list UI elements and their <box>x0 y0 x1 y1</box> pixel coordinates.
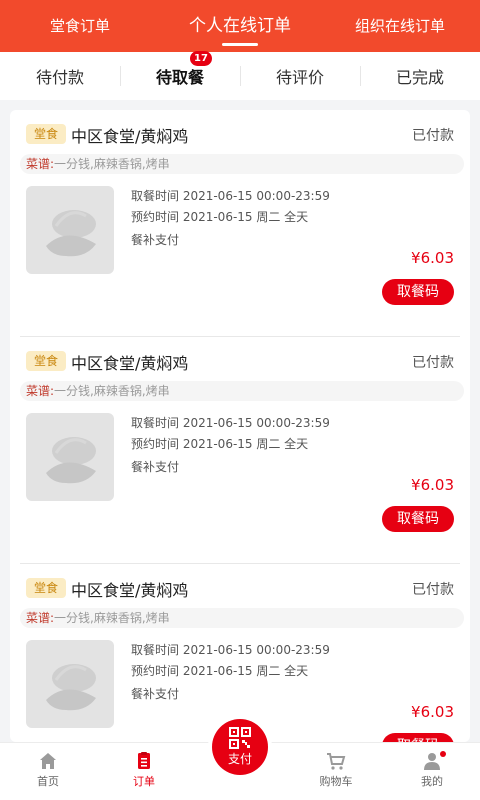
subtab-label: 已完成 <box>395 68 444 87</box>
order-status: 已付款 <box>412 582 454 598</box>
order-status: 已付款 <box>412 128 454 144</box>
payment-method: 餐补支付 <box>131 687 180 701</box>
cart-icon <box>327 753 346 770</box>
tab-personal-online-orders[interactable]: 个人在线订单 <box>160 0 320 52</box>
shop-name: 中区食堂/黄焖鸡 <box>71 354 189 373</box>
pickup-time: 取餐时间 2021-06-15 00:00-23:59 <box>131 643 330 657</box>
order-type-tag: 堂食 <box>26 578 66 598</box>
subtab-completed[interactable]: 已完成 <box>360 64 480 88</box>
payment-method: 餐补支付 <box>131 460 180 474</box>
subtab-pending-pickup[interactable]: 待取餐 17 <box>120 51 240 88</box>
order-price: ¥6.03 <box>411 476 454 494</box>
subtab-label: 待付款 <box>35 68 84 87</box>
nav-label: 首页 <box>37 775 59 788</box>
order-card[interactable]: 堂食 中区食堂/黄焖鸡 已付款 菜谱:一分钱,麻辣香锅,烤串 取餐时间 2021… <box>10 337 470 564</box>
menu-row: 菜谱:一分钱,麻辣香锅,烤串 <box>20 154 464 174</box>
menu-row: 菜谱:一分钱,麻辣香锅,烤串 <box>20 608 464 628</box>
order-price: ¥6.03 <box>411 703 454 721</box>
reservation-time: 预约时间 2021-06-15 周二 全天 <box>131 664 309 678</box>
top-tab-bar: 堂食订单 个人在线订单 组织在线订单 <box>0 0 480 52</box>
payment-method: 餐补支付 <box>131 233 180 247</box>
order-card[interactable]: 堂食 中区食堂/黄焖鸡 已付款 菜谱:一分钱,麻辣香锅,烤串 取餐时间 2021… <box>10 110 470 337</box>
food-thumbnail-placeholder <box>26 640 114 728</box>
status-tab-bar: 待付款 待取餐 17 待评价 已完成 <box>0 51 480 100</box>
home-icon <box>40 753 56 769</box>
reservation-time: 预约时间 2021-06-15 周二 全天 <box>131 210 309 224</box>
food-thumbnail-placeholder <box>26 186 114 274</box>
nav-profile[interactable]: 我的 <box>384 743 480 800</box>
order-card[interactable]: 堂食 中区食堂/黄焖鸡 已付款 菜谱:一分钱,麻辣香锅,烤串 取餐时间 2021… <box>10 564 470 742</box>
menu-items: 一分钱,麻辣香锅,烤串 <box>54 157 170 171</box>
nav-label: 购物车 <box>319 775 353 788</box>
notification-dot <box>440 751 446 757</box>
subtab-pending-review[interactable]: 待评价 <box>240 64 360 88</box>
reservation-time: 预约时间 2021-06-15 周二 全天 <box>131 437 309 451</box>
order-icon <box>138 752 150 769</box>
nav-pay[interactable]: 支付 <box>192 719 288 800</box>
order-price: ¥6.03 <box>411 249 454 267</box>
subtab-pending-payment[interactable]: 待付款 <box>0 64 120 88</box>
shop-name: 中区食堂/黄焖鸡 <box>71 581 189 600</box>
order-type-tag: 堂食 <box>26 351 66 371</box>
subtab-label: 待评价 <box>275 68 324 87</box>
nav-cart[interactable]: 购物车 <box>288 743 384 800</box>
menu-items: 一分钱,麻辣香锅,烤串 <box>54 611 170 625</box>
order-list[interactable]: 堂食 中区食堂/黄焖鸡 已付款 菜谱:一分钱,麻辣香锅,烤串 取餐时间 2021… <box>10 110 470 742</box>
menu-label: 菜谱: <box>26 157 55 171</box>
order-status: 已付款 <box>412 355 454 371</box>
tab-organization-online-orders[interactable]: 组织在线订单 <box>320 0 480 52</box>
tab-dine-in-orders[interactable]: 堂食订单 <box>0 0 160 52</box>
food-thumbnail-placeholder <box>26 413 114 501</box>
pickup-code-button[interactable]: 取餐码 <box>382 279 454 305</box>
nav-label: 我的 <box>421 775 443 788</box>
menu-label: 菜谱: <box>26 611 55 625</box>
shop-name: 中区食堂/黄焖鸡 <box>71 127 189 146</box>
nav-home[interactable]: 首页 <box>0 743 96 800</box>
count-badge: 17 <box>190 51 212 66</box>
pickup-code-button[interactable]: 取餐码 <box>382 733 454 742</box>
qr-pay-icon <box>229 727 251 749</box>
nav-label: 订单 <box>133 775 155 788</box>
menu-label: 菜谱: <box>26 384 55 398</box>
subtab-label: 待取餐 <box>155 68 204 87</box>
nav-orders[interactable]: 订单 <box>96 743 192 800</box>
pickup-time: 取餐时间 2021-06-15 00:00-23:59 <box>131 189 330 203</box>
pay-label: 支付 <box>227 752 252 766</box>
pay-button[interactable]: 支付 <box>212 719 268 775</box>
order-type-tag: 堂食 <box>26 124 66 144</box>
pickup-code-button[interactable]: 取餐码 <box>382 506 454 532</box>
menu-items: 一分钱,麻辣香锅,烤串 <box>54 384 170 398</box>
menu-row: 菜谱:一分钱,麻辣香锅,烤串 <box>20 381 464 401</box>
bottom-navigation: 首页 订单 支付 购物车 我的 <box>0 719 480 800</box>
pickup-time: 取餐时间 2021-06-15 00:00-23:59 <box>131 416 330 430</box>
